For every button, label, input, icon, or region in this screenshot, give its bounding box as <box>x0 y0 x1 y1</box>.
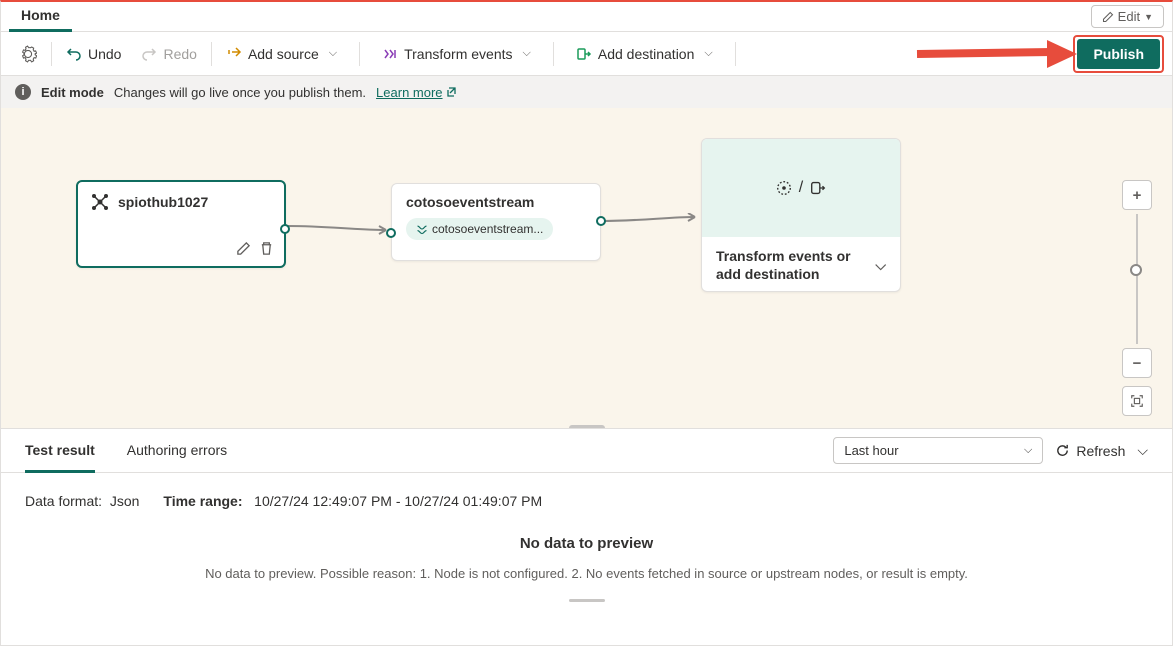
publish-highlight: Publish <box>1073 35 1164 73</box>
edit-dropdown-label: Edit <box>1118 9 1140 24</box>
pencil-icon <box>1102 11 1114 23</box>
refresh-label: Refresh <box>1076 443 1125 459</box>
redo-label: Redo <box>163 46 196 62</box>
undo-icon <box>66 46 82 62</box>
resize-handle[interactable] <box>569 425 605 428</box>
time-range-label: Last hour <box>844 443 898 458</box>
separator <box>553 42 554 66</box>
tab-authoring-errors[interactable]: Authoring errors <box>127 430 227 473</box>
edit-mode-label: Edit mode <box>41 85 104 100</box>
zoom-out-button[interactable]: − <box>1122 348 1152 378</box>
output-port[interactable] <box>596 216 606 226</box>
external-link-icon <box>445 86 457 98</box>
node-eventstream-title: cotosoeventstream <box>406 194 586 210</box>
slash-label: / <box>799 179 803 197</box>
tab-test-result[interactable]: Test result <box>25 430 95 473</box>
publish-button[interactable]: Publish <box>1077 39 1160 69</box>
node-placeholder[interactable]: / Transform events or add destination ⌵ <box>701 138 901 292</box>
node-source-title: spiothub1027 <box>118 194 208 210</box>
separator <box>735 42 736 66</box>
node-eventstream[interactable]: cotosoeventstream cotosoeventstream... <box>391 183 601 261</box>
fit-icon <box>1130 394 1144 408</box>
destination-icon <box>576 46 592 62</box>
chevron-down-icon: ⌵ <box>523 47 531 60</box>
transform-events-button[interactable]: Transform events ⌵ <box>372 40 541 68</box>
transform-icon <box>382 46 398 62</box>
info-icon: i <box>15 84 31 100</box>
stream-icon <box>416 223 428 235</box>
zoom-thumb[interactable] <box>1130 264 1142 276</box>
output-icon <box>809 179 827 197</box>
time-range-dropdown[interactable]: Last hour ⌵ <box>833 437 1043 464</box>
zoom-slider[interactable] <box>1136 214 1138 344</box>
input-port[interactable] <box>386 228 396 238</box>
data-format-value: Json <box>110 493 140 509</box>
edit-dropdown[interactable]: Edit ▼ <box>1091 5 1164 28</box>
learn-more-label: Learn more <box>376 85 442 100</box>
transform-events-label: Transform events <box>404 46 512 62</box>
add-destination-button[interactable]: Add destination ⌵ <box>566 40 723 68</box>
chevron-down-icon: ⌵ <box>1024 444 1032 457</box>
fit-view-button[interactable] <box>1122 386 1152 416</box>
refresh-button[interactable]: Refresh <box>1055 443 1125 459</box>
connector-1 <box>286 220 396 236</box>
connector-2 <box>599 213 705 233</box>
refresh-icon <box>1055 443 1070 458</box>
redo-button: Redo <box>131 40 206 68</box>
no-data-title: No data to preview <box>25 535 1148 552</box>
edit-node-button[interactable] <box>236 241 251 260</box>
annotation-arrow <box>912 36 1082 72</box>
source-icon <box>226 46 242 62</box>
node-placeholder-label: Transform events or add destination <box>716 247 869 283</box>
no-data-subtitle: No data to preview. Possible reason: 1. … <box>25 566 1148 581</box>
separator <box>359 42 360 66</box>
output-port[interactable] <box>280 224 290 234</box>
caret-down-icon: ▼ <box>1144 12 1153 22</box>
settings-button[interactable] <box>9 39 47 69</box>
zoom-in-button[interactable]: + <box>1122 180 1152 210</box>
edit-mode-message: Changes will go live once you publish th… <box>114 85 366 100</box>
add-source-label: Add source <box>248 46 319 62</box>
chevron-down-icon[interactable]: ⌵ <box>1137 442 1148 459</box>
learn-more-link[interactable]: Learn more <box>376 85 456 100</box>
delete-node-button[interactable] <box>259 241 274 260</box>
chevron-down-icon[interactable]: ⌵ <box>875 257 886 274</box>
chevron-down-icon: ⌵ <box>704 47 712 60</box>
transform-gear-icon <box>775 179 793 197</box>
eventstream-pill-label: cotosoeventstream... <box>432 222 543 236</box>
tab-home[interactable]: Home <box>9 1 72 32</box>
node-source[interactable]: spiothub1027 <box>76 180 286 268</box>
add-destination-label: Add destination <box>598 46 695 62</box>
add-source-button[interactable]: Add source ⌵ <box>216 40 347 68</box>
separator <box>211 42 212 66</box>
time-range-value: 10/27/24 12:49:07 PM - 10/27/24 01:49:07… <box>254 493 542 509</box>
separator <box>51 42 52 66</box>
info-bar: i Edit mode Changes will go live once yo… <box>1 76 1172 108</box>
gear-icon <box>19 45 37 63</box>
iot-hub-icon <box>90 192 110 212</box>
eventstream-pill[interactable]: cotosoeventstream... <box>406 218 553 240</box>
time-range-field-label: Time range: <box>163 493 242 509</box>
data-format-label: Data format: <box>25 493 102 509</box>
undo-button[interactable]: Undo <box>56 40 131 68</box>
redo-icon <box>141 46 157 62</box>
drag-handle[interactable] <box>569 599 605 602</box>
undo-label: Undo <box>88 46 121 62</box>
flow-canvas[interactable]: spiothub1027 cotosoeventstream cotosoeve… <box>1 108 1172 428</box>
chevron-down-icon: ⌵ <box>329 47 337 60</box>
